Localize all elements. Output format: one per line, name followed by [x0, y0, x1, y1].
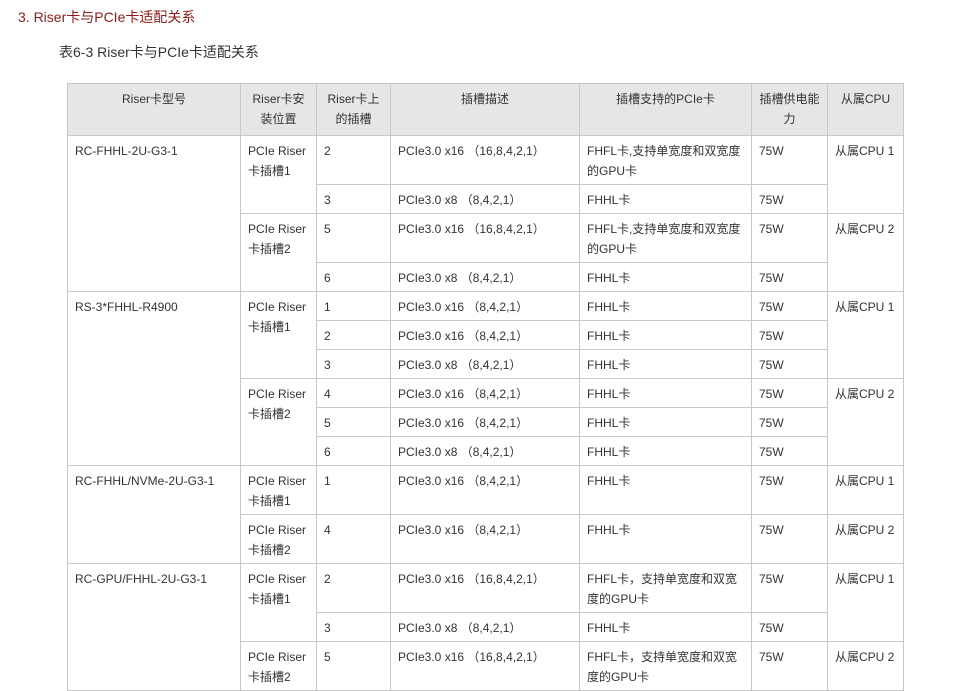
cell-power: 75W: [751, 184, 828, 214]
cell-card: FHHL卡: [579, 514, 752, 564]
cell-card: FHHL卡: [579, 262, 752, 292]
table-caption: 表6-3 Riser卡与PCIe卡适配关系: [59, 44, 259, 60]
cell-power: 75W: [751, 514, 828, 564]
cell-card: FHHL卡: [579, 465, 752, 515]
cell-slot: 5: [316, 407, 391, 437]
cell-position: PCIe Riser卡插槽2: [240, 213, 317, 292]
cell-position: PCIe Riser卡插槽2: [240, 378, 317, 466]
cell-slot: 5: [316, 213, 391, 263]
table-header-row: Riser卡型号 Riser卡安装位置 Riser卡上的插槽 插槽描述 插槽支持…: [67, 83, 904, 136]
table-row: RC-FHHL/NVMe-2U-G3-1 PCIe Riser卡插槽1 1 PC…: [67, 465, 904, 564]
cell-desc: PCIe3.0 x16 （16,8,4,2,1）: [390, 641, 580, 691]
cell-desc: PCIe3.0 x16 （8,4,2,1）: [390, 320, 580, 350]
cell-position: PCIe Riser卡插槽1: [240, 465, 317, 515]
cell-power: 75W: [751, 407, 828, 437]
cell-slot: 2: [316, 135, 391, 185]
cell-position: PCIe Riser卡插槽1: [240, 291, 317, 379]
cell-power: 75W: [751, 135, 828, 185]
cell-power: 75W: [751, 465, 828, 515]
cell-desc: PCIe3.0 x8 （8,4,2,1）: [390, 349, 580, 379]
cell-power: 75W: [751, 262, 828, 292]
cell-power: 75W: [751, 436, 828, 466]
cell-desc: PCIe3.0 x16 （16,8,4,2,1）: [390, 135, 580, 185]
cell-model: RC-GPU/FHHL-2U-G3-1: [67, 563, 241, 691]
cell-slot: 4: [316, 514, 391, 564]
cell-card: FHHL卡: [579, 184, 752, 214]
cell-card: FHHL卡: [579, 291, 752, 321]
cell-card: FHFL卡,支持单宽度和双宽度的GPU卡: [579, 135, 752, 185]
cell-desc: PCIe3.0 x16 （8,4,2,1）: [390, 514, 580, 564]
cell-cpu: 从属CPU 2: [827, 378, 904, 466]
cell-slot: 2: [316, 320, 391, 350]
cell-position: PCIe Riser卡插槽2: [240, 514, 317, 564]
cell-desc: PCIe3.0 x16 （8,4,2,1）: [390, 407, 580, 437]
cell-cpu: 从属CPU 2: [827, 641, 904, 691]
cell-cpu: 从属CPU 2: [827, 213, 904, 292]
cell-slot: 6: [316, 262, 391, 292]
cell-cpu: 从属CPU 1: [827, 465, 904, 515]
cell-card: FHHL卡: [579, 612, 752, 642]
cell-position: PCIe Riser卡插槽1: [240, 563, 317, 642]
cell-power: 75W: [751, 641, 828, 691]
header-position: Riser卡安装位置: [240, 83, 317, 136]
cell-cpu: 从属CPU 1: [827, 135, 904, 214]
cell-slot: 3: [316, 349, 391, 379]
cell-desc: PCIe3.0 x8 （8,4,2,1）: [390, 612, 580, 642]
table-row: RC-GPU/FHHL-2U-G3-1 PCIe Riser卡插槽1 2 PCI…: [67, 563, 904, 691]
cell-card: FHHL卡: [579, 378, 752, 408]
cell-slot: 2: [316, 563, 391, 613]
cell-slot: 4: [316, 378, 391, 408]
header-slot: Riser卡上的插槽: [316, 83, 391, 136]
cell-card: FHHL卡: [579, 320, 752, 350]
cell-desc: PCIe3.0 x16 （8,4,2,1）: [390, 291, 580, 321]
cell-card: FHFL卡，支持单宽度和双宽度的GPU卡: [579, 641, 752, 691]
cell-desc: PCIe3.0 x16 （16,8,4,2,1）: [390, 563, 580, 613]
cell-power: 75W: [751, 213, 828, 263]
cell-model: RC-FHHL-2U-G3-1: [67, 135, 241, 292]
cell-desc: PCIe3.0 x16 （8,4,2,1）: [390, 378, 580, 408]
cell-power: 75W: [751, 378, 828, 408]
cell-card: FHHL卡: [579, 407, 752, 437]
cell-card: FHHL卡: [579, 349, 752, 379]
cell-slot: 1: [316, 465, 391, 515]
cell-power: 75W: [751, 291, 828, 321]
riser-pcie-table: Riser卡型号 Riser卡安装位置 Riser卡上的插槽 插槽描述 插槽支持…: [67, 83, 904, 691]
cell-power: 75W: [751, 612, 828, 642]
section-heading: 3. Riser卡与PCIe卡适配关系: [18, 9, 196, 25]
cell-cpu: 从属CPU 1: [827, 563, 904, 642]
cell-slot: 3: [316, 184, 391, 214]
cell-slot: 5: [316, 641, 391, 691]
header-power: 插槽供电能力: [751, 83, 828, 136]
header-slot-desc: 插槽描述: [390, 83, 580, 136]
cell-card: FHFL卡，支持单宽度和双宽度的GPU卡: [579, 563, 752, 613]
header-supported-card: 插槽支持的PCIe卡: [579, 83, 752, 136]
table-row: RC-FHHL-2U-G3-1 PCIe Riser卡插槽1 2 PCIe3.0…: [67, 135, 904, 292]
header-model: Riser卡型号: [67, 83, 241, 136]
cell-desc: PCIe3.0 x16 （16,8,4,2,1）: [390, 213, 580, 263]
cell-model: RC-FHHL/NVMe-2U-G3-1: [67, 465, 241, 564]
cell-desc: PCIe3.0 x16 （8,4,2,1）: [390, 465, 580, 515]
cell-power: 75W: [751, 320, 828, 350]
cell-slot: 3: [316, 612, 391, 642]
cell-power: 75W: [751, 349, 828, 379]
cell-desc: PCIe3.0 x8 （8,4,2,1）: [390, 184, 580, 214]
table-row: RS-3*FHHL-R4900 PCIe Riser卡插槽1 1 PCIe3.0…: [67, 291, 904, 466]
cell-card: FHHL卡: [579, 436, 752, 466]
cell-slot: 1: [316, 291, 391, 321]
cell-position: PCIe Riser卡插槽2: [240, 641, 317, 691]
cell-position: PCIe Riser卡插槽1: [240, 135, 317, 214]
cell-model: RS-3*FHHL-R4900: [67, 291, 241, 466]
cell-desc: PCIe3.0 x8 （8,4,2,1）: [390, 436, 580, 466]
header-cpu: 从属CPU: [827, 83, 904, 136]
cell-power: 75W: [751, 563, 828, 613]
cell-desc: PCIe3.0 x8 （8,4,2,1）: [390, 262, 580, 292]
cell-cpu: 从属CPU 1: [827, 291, 904, 379]
cell-slot: 6: [316, 436, 391, 466]
cell-card: FHFL卡,支持单宽度和双宽度的GPU卡: [579, 213, 752, 263]
cell-cpu: 从属CPU 2: [827, 514, 904, 564]
